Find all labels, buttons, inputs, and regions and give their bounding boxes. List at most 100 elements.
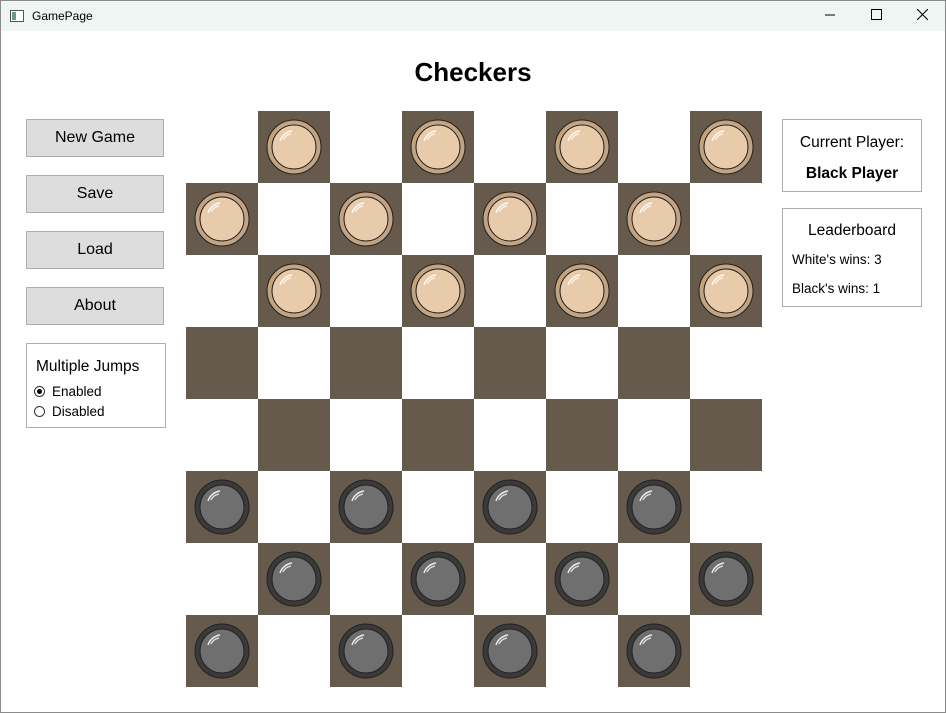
board-square[interactable] — [330, 255, 402, 327]
maximize-button[interactable] — [853, 1, 899, 31]
board-square[interactable] — [546, 471, 618, 543]
board-square[interactable] — [474, 183, 546, 255]
board-square[interactable] — [186, 471, 258, 543]
board-square[interactable] — [618, 111, 690, 183]
radio-unchecked-icon[interactable] — [34, 406, 45, 417]
white-piece[interactable] — [554, 263, 610, 319]
board-square[interactable] — [546, 615, 618, 687]
board-square[interactable] — [618, 183, 690, 255]
black-piece[interactable] — [554, 551, 610, 607]
black-piece[interactable] — [482, 623, 538, 679]
board-square[interactable] — [402, 471, 474, 543]
board-square[interactable] — [474, 399, 546, 471]
board-square[interactable] — [186, 399, 258, 471]
board-square[interactable] — [186, 327, 258, 399]
checkers-board[interactable] — [186, 111, 762, 687]
board-square[interactable] — [618, 543, 690, 615]
white-piece[interactable] — [698, 263, 754, 319]
board-square[interactable] — [690, 543, 762, 615]
close-button[interactable] — [899, 1, 945, 31]
black-piece[interactable] — [338, 479, 394, 535]
board-square[interactable] — [330, 111, 402, 183]
board-square[interactable] — [474, 111, 546, 183]
board-square[interactable] — [546, 111, 618, 183]
board-square[interactable] — [258, 327, 330, 399]
black-piece[interactable] — [266, 551, 322, 607]
board-square[interactable] — [474, 471, 546, 543]
board-square[interactable] — [546, 327, 618, 399]
black-piece[interactable] — [626, 479, 682, 535]
board-square[interactable] — [186, 111, 258, 183]
board-square[interactable] — [618, 471, 690, 543]
board-square[interactable] — [546, 399, 618, 471]
board-square[interactable] — [618, 615, 690, 687]
title-bar[interactable]: GamePage — [1, 1, 945, 31]
white-piece[interactable] — [266, 263, 322, 319]
board-square[interactable] — [186, 183, 258, 255]
board-square[interactable] — [474, 255, 546, 327]
black-piece[interactable] — [194, 623, 250, 679]
board-square[interactable] — [186, 615, 258, 687]
radio-enabled[interactable]: Enabled — [34, 384, 102, 399]
board-square[interactable] — [330, 543, 402, 615]
white-piece[interactable] — [338, 191, 394, 247]
board-square[interactable] — [546, 183, 618, 255]
black-piece[interactable] — [410, 551, 466, 607]
board-square[interactable] — [258, 471, 330, 543]
board-square[interactable] — [402, 399, 474, 471]
minimize-button[interactable] — [807, 1, 853, 31]
board-square[interactable] — [402, 615, 474, 687]
board-square[interactable] — [258, 255, 330, 327]
board-square[interactable] — [690, 327, 762, 399]
board-square[interactable] — [690, 255, 762, 327]
save-button[interactable]: Save — [26, 175, 164, 213]
board-square[interactable] — [474, 543, 546, 615]
board-square[interactable] — [690, 471, 762, 543]
board-square[interactable] — [402, 543, 474, 615]
board-square[interactable] — [546, 543, 618, 615]
board-square[interactable] — [186, 543, 258, 615]
board-square[interactable] — [402, 183, 474, 255]
board-square[interactable] — [546, 255, 618, 327]
white-piece[interactable] — [410, 119, 466, 175]
board-square[interactable] — [330, 399, 402, 471]
board-square[interactable] — [402, 111, 474, 183]
board-square[interactable] — [690, 399, 762, 471]
black-piece[interactable] — [338, 623, 394, 679]
white-piece[interactable] — [266, 119, 322, 175]
board-square[interactable] — [618, 327, 690, 399]
board-square[interactable] — [618, 255, 690, 327]
load-button[interactable]: Load — [26, 231, 164, 269]
board-square[interactable] — [330, 183, 402, 255]
board-square[interactable] — [186, 255, 258, 327]
board-square[interactable] — [258, 543, 330, 615]
board-square[interactable] — [330, 327, 402, 399]
board-square[interactable] — [618, 399, 690, 471]
new-game-button[interactable]: New Game — [26, 119, 164, 157]
black-piece[interactable] — [698, 551, 754, 607]
white-piece[interactable] — [626, 191, 682, 247]
board-square[interactable] — [402, 327, 474, 399]
black-piece[interactable] — [626, 623, 682, 679]
board-square[interactable] — [690, 615, 762, 687]
radio-disabled[interactable]: Disabled — [34, 404, 105, 419]
board-square[interactable] — [258, 399, 330, 471]
radio-checked-icon[interactable] — [34, 386, 45, 397]
board-square[interactable] — [402, 255, 474, 327]
white-piece[interactable] — [554, 119, 610, 175]
black-piece[interactable] — [194, 479, 250, 535]
black-piece[interactable] — [482, 479, 538, 535]
board-square[interactable] — [690, 183, 762, 255]
board-square[interactable] — [258, 183, 330, 255]
white-piece[interactable] — [410, 263, 466, 319]
board-square[interactable] — [330, 471, 402, 543]
board-square[interactable] — [258, 111, 330, 183]
board-square[interactable] — [474, 327, 546, 399]
about-button[interactable]: About — [26, 287, 164, 325]
board-square[interactable] — [258, 615, 330, 687]
white-piece[interactable] — [194, 191, 250, 247]
white-piece[interactable] — [482, 191, 538, 247]
board-square[interactable] — [474, 615, 546, 687]
white-piece[interactable] — [698, 119, 754, 175]
board-square[interactable] — [330, 615, 402, 687]
